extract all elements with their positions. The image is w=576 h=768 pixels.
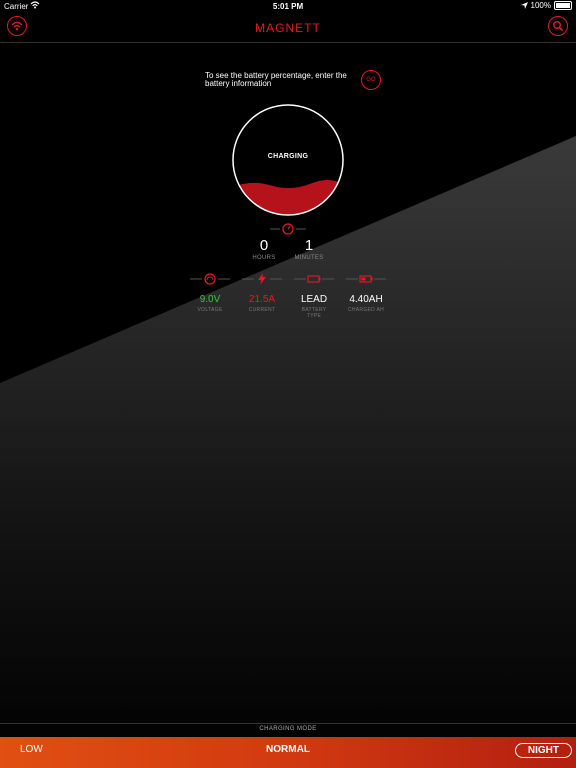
- voltage-value: 9.0V: [199, 294, 221, 305]
- location-icon: [520, 2, 528, 9]
- charging-status: CHARGING: [267, 153, 309, 160]
- minutes-label: MINUTES: [294, 255, 324, 261]
- clock: 5:01 PM: [272, 2, 304, 11]
- current-label: CURRENT: [248, 307, 276, 313]
- battery-type-value: LEAD: [300, 294, 328, 305]
- battery-type-label: BATTERY TYPE: [301, 307, 327, 319]
- minutes-display: 1 MINUTES: [289, 237, 329, 261]
- mode-low-button[interactable]: LOW: [20, 744, 43, 755]
- status-bar: Carrier 5:01 PM 100%: [0, 0, 576, 12]
- hours-display: 0 HOURS: [244, 237, 284, 261]
- mode-divider: [0, 723, 576, 724]
- charged-ah-label: CHARGED AH: [347, 307, 385, 313]
- charged-ah-value: 4.40AH: [349, 294, 383, 305]
- voltage-gauge-icon: [190, 273, 230, 285]
- hours-label: HOURS: [252, 255, 276, 261]
- battery-type-stat: LEAD BATTERY TYPE: [286, 294, 342, 319]
- minutes-value: 1: [304, 237, 314, 254]
- mode-normal-button[interactable]: NORMAL: [266, 744, 310, 755]
- search-button[interactable]: [548, 16, 568, 36]
- charging-mode-label: CHARGING MODE: [259, 726, 317, 732]
- current-stat: 21.5A CURRENT: [234, 294, 290, 313]
- current-value: 21.5A: [248, 294, 276, 305]
- search-icon: [553, 21, 564, 32]
- battery-info-hint: To see the battery percentage, enter the…: [205, 71, 347, 88]
- device-battery-icon: [554, 1, 572, 10]
- go-button[interactable]: GO: [361, 70, 381, 90]
- battery-icon: [294, 275, 334, 283]
- hours-value: 0: [259, 237, 269, 254]
- nav-bar: MAGNETT: [0, 12, 576, 43]
- battery-level-gauge: [232, 104, 344, 216]
- lightning-icon: [242, 273, 282, 285]
- timer-icon: [270, 223, 306, 235]
- mode-night-button[interactable]: NIGHT: [514, 743, 572, 758]
- charged-ah-stat: 4.40AH CHARGED AH: [338, 294, 394, 313]
- battery-charged-icon: [346, 275, 386, 283]
- app-title: MAGNETT: [255, 21, 321, 35]
- charging-mode-bar: LOW NORMAL NIGHT: [0, 737, 576, 768]
- voltage-label: VOLTAGE: [197, 307, 223, 313]
- mode-normal-wrapper: NORMAL: [0, 744, 576, 755]
- voltage-stat: 9.0V VOLTAGE: [182, 294, 238, 313]
- battery-percent: 100%: [530, 1, 551, 10]
